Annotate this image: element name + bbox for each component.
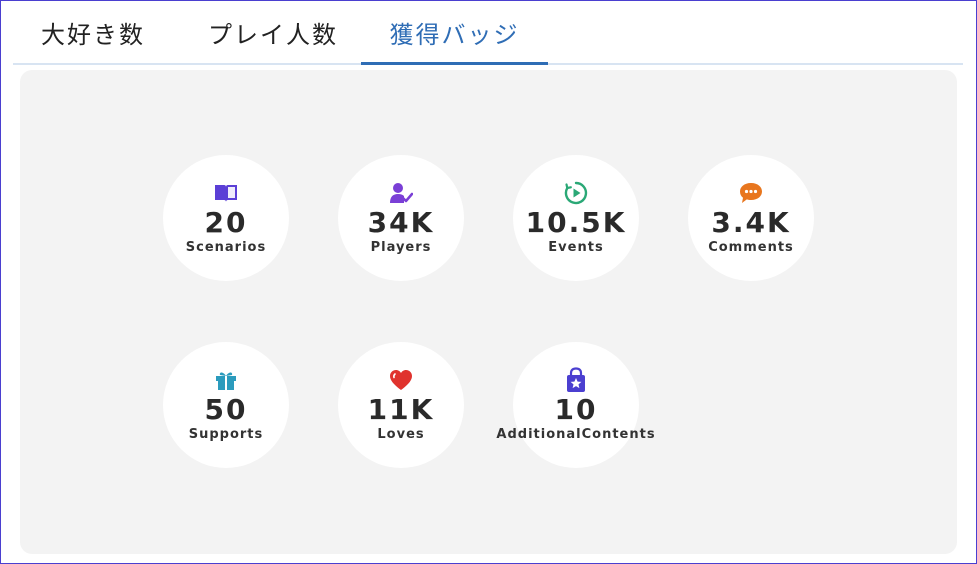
badge-value: 10 bbox=[554, 393, 598, 426]
badge-label: Loves bbox=[377, 427, 425, 442]
badge-label: Supports bbox=[188, 427, 264, 442]
badge-value: 11K bbox=[367, 393, 435, 426]
badge-players: 34K Players bbox=[338, 155, 464, 281]
badge-value: 10.5K bbox=[525, 206, 627, 239]
tab-favorites[interactable]: 大好き数 bbox=[13, 1, 173, 63]
tab-badges[interactable]: 獲得バッジ bbox=[361, 1, 548, 65]
badge-value: 3.4K bbox=[711, 206, 791, 239]
heart-icon bbox=[388, 368, 414, 392]
badge-label: Comments bbox=[708, 240, 794, 255]
chat-bubble-icon bbox=[738, 181, 764, 205]
badge-value: 50 bbox=[204, 393, 248, 426]
badge-value: 20 bbox=[204, 206, 248, 239]
badge-supports: 50 Supports bbox=[163, 342, 289, 468]
tab-bar: 大好き数 プレイ人数 獲得バッジ bbox=[13, 1, 963, 65]
shopping-bag-star-icon bbox=[565, 367, 587, 392]
badge-label: Scenarios bbox=[185, 240, 267, 255]
book-icon bbox=[213, 181, 239, 205]
badge-label: Players bbox=[370, 240, 432, 255]
badge-comments: 3.4K Comments bbox=[688, 155, 814, 281]
tab-play-count[interactable]: プレイ人数 bbox=[188, 1, 358, 63]
badge-value: 34K bbox=[367, 206, 435, 239]
badge-label: Events bbox=[548, 240, 604, 255]
user-check-icon bbox=[389, 181, 413, 205]
badge-additional-contents: 10 AdditionalContents bbox=[496, 342, 655, 468]
badge-label: AdditionalContents bbox=[496, 427, 656, 442]
badge-panel: 20 Scenarios 34K Players 10.5K Events 3.… bbox=[20, 70, 957, 554]
badge-scenarios: 20 Scenarios bbox=[163, 155, 289, 281]
badge-events: 10.5K Events bbox=[513, 155, 639, 281]
play-clock-icon bbox=[564, 181, 588, 205]
badge-loves: 11K Loves bbox=[338, 342, 464, 468]
gift-icon bbox=[214, 368, 238, 392]
badge-card: 大好き数 プレイ人数 獲得バッジ 20 Scenarios 34K Player… bbox=[0, 0, 977, 564]
